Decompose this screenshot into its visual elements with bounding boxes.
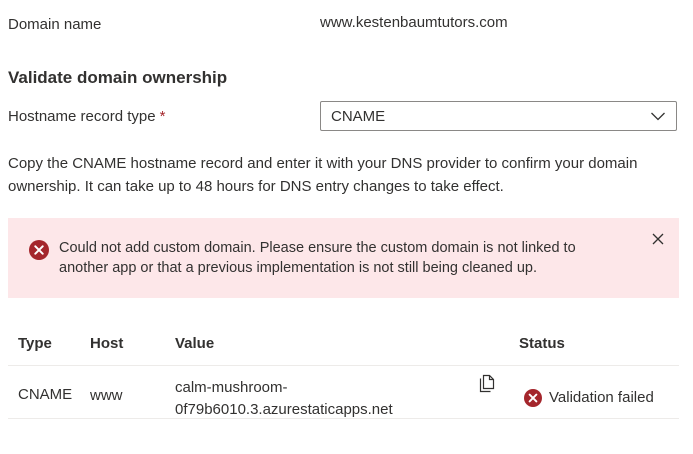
cell-status: Validation failed [549,389,654,406]
column-header-host: Host [90,335,124,352]
column-header-status: Status [519,335,565,352]
chevron-down-icon [651,112,665,121]
hostname-record-type-label: Hostname record type * [8,108,165,125]
dropdown-selected-value: CNAME [331,107,386,125]
validation-description: Copy the CNAME hostname record and enter… [8,155,638,195]
cell-value: calm-mushroom- 0f79b6010.3.azurestaticap… [175,377,393,421]
cell-host: www [90,387,123,404]
domain-name-value: www.kestenbaumtutors.com [320,14,508,31]
column-header-value: Value [175,335,215,352]
cell-type: CNAME [18,386,73,403]
cell-value-line-1: calm-mushroom- [175,379,288,396]
domain-name-label: Domain name [8,16,102,33]
column-header-type: Type [18,335,52,352]
required-marker: * [159,108,166,125]
copy-icon[interactable] [478,371,498,393]
error-circle-icon [29,240,49,260]
table-header-divider [8,365,679,366]
validate-section-title: Validate domain ownership [8,68,228,87]
table-row-divider [8,418,679,419]
hostname-record-type-label-text: Hostname record type [8,108,156,125]
error-message-text: Could not add custom domain. Please ensu… [59,240,576,276]
hostname-record-type-dropdown[interactable]: CNAME [320,101,677,131]
close-icon[interactable] [651,232,665,246]
error-message-bar: Could not add custom domain. Please ensu… [8,218,679,298]
error-circle-icon [524,389,542,407]
